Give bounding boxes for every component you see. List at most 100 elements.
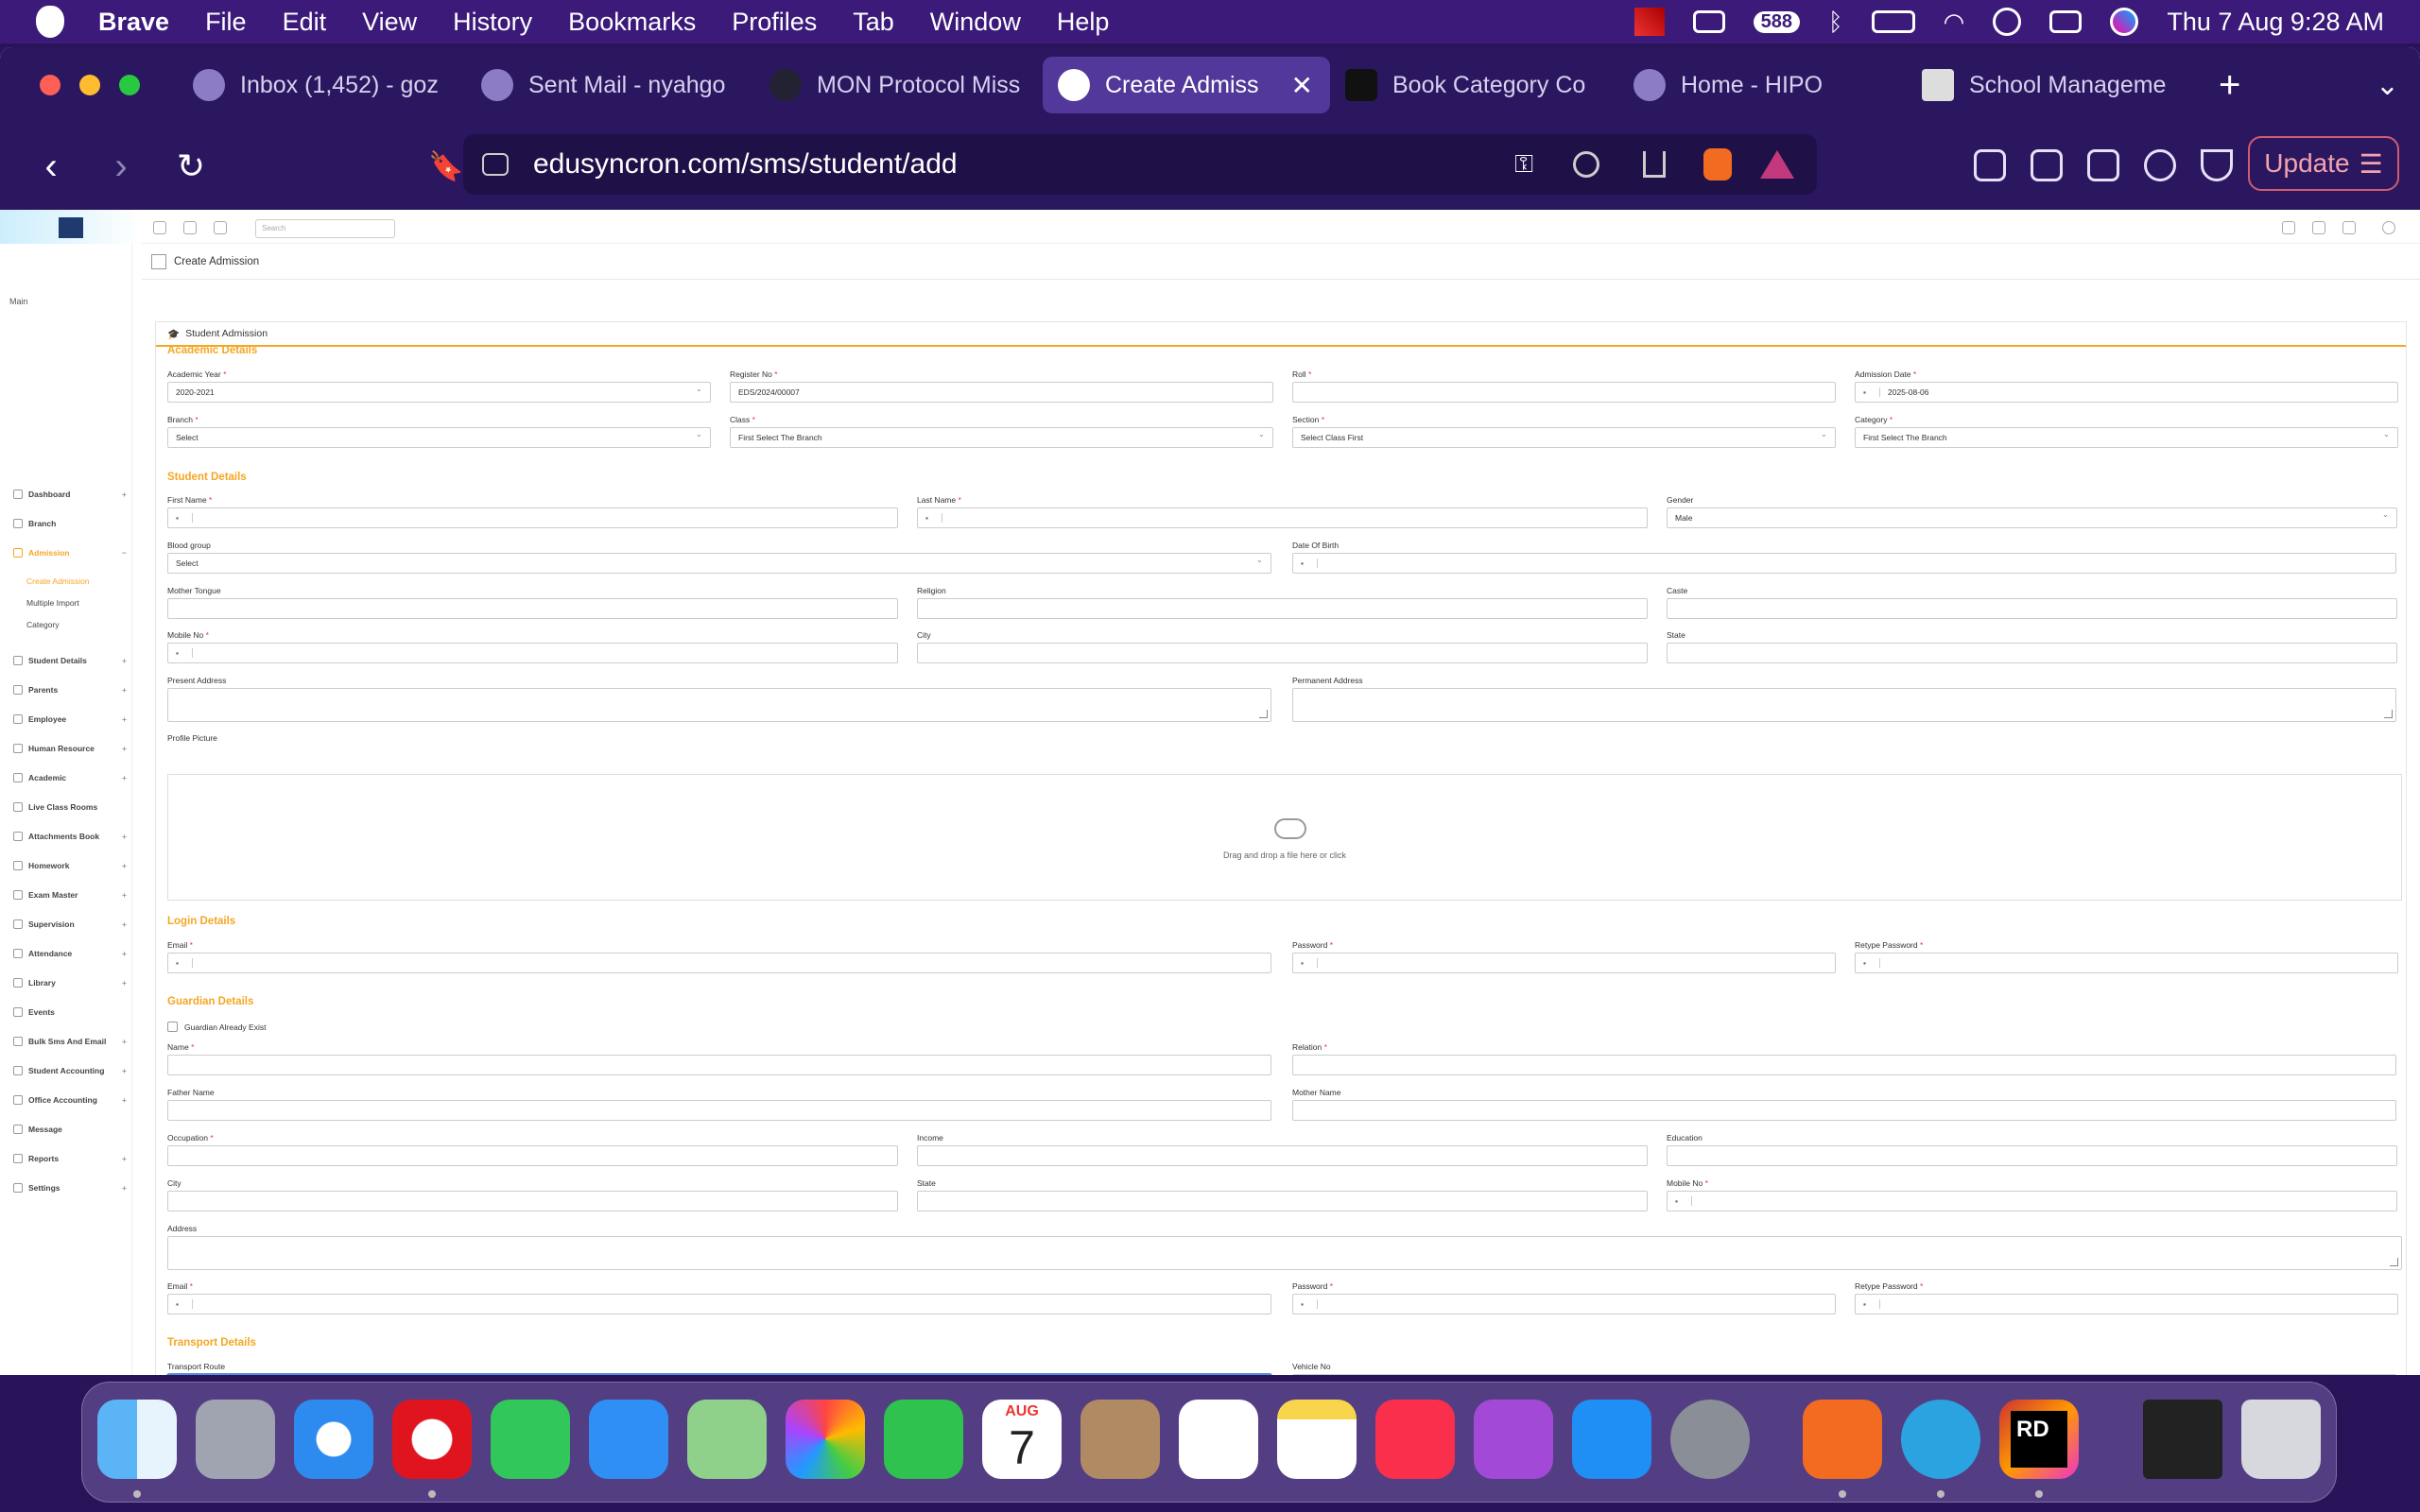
window-preview-icon[interactable] — [2143, 1400, 2222, 1479]
home-icon[interactable] — [151, 253, 166, 269]
url-text[interactable]: edusyncron.com/sms/student/add — [533, 148, 958, 180]
guardian-city-input[interactable] — [167, 1191, 898, 1211]
back-icon[interactable]: ‹ — [32, 146, 70, 188]
address-bar[interactable]: edusyncron.com/sms/student/add ⚿ — [463, 134, 1817, 195]
bluetooth-icon[interactable]: ᛒ — [1828, 8, 1843, 37]
guardian-name-input[interactable] — [167, 1055, 1271, 1075]
close-window-button[interactable] — [40, 75, 60, 95]
roll-input[interactable] — [1292, 382, 1836, 403]
tab-home-hipo[interactable]: Home - HIPO — [1618, 57, 1907, 113]
sidebar-item-live-class-rooms[interactable]: Live Class Rooms — [13, 802, 127, 812]
mail-icon[interactable] — [589, 1400, 668, 1479]
menu-bookmarks[interactable]: Bookmarks — [568, 8, 696, 37]
sidebar-item-dashboard[interactable]: Dashboard + — [13, 490, 127, 499]
academic-year-select[interactable]: 2020-2021 — [167, 382, 711, 403]
flag-icon[interactable] — [2312, 221, 2325, 234]
app-store-icon[interactable] — [1572, 1400, 1651, 1479]
calendar-icon[interactable]: AUG 7 — [982, 1400, 1062, 1479]
last-name-input[interactable]: ▪ — [917, 507, 1648, 528]
tab-book-category[interactable]: Book Category Co — [1330, 57, 1618, 113]
tab-sent-mail[interactable]: Sent Mail - nyahgo — [466, 57, 754, 113]
sidebar-item-reports[interactable]: Reports + — [13, 1154, 127, 1163]
date-of-birth-input[interactable]: ▪ — [1292, 553, 2396, 574]
sidebar-item-employee[interactable]: Employee + — [13, 714, 127, 724]
sidebar-item-attendance[interactable]: Attendance + — [13, 949, 127, 958]
trash-icon[interactable] — [2241, 1400, 2321, 1479]
sidebar-item-settings[interactable]: Settings + — [13, 1183, 127, 1193]
menu-tab[interactable]: Tab — [853, 8, 894, 37]
sidebar-item-library[interactable]: Library + — [13, 978, 127, 988]
sidebar-toggle-icon[interactable] — [2031, 149, 2063, 181]
sidebar-item-academic[interactable]: Academic + — [13, 773, 127, 782]
close-tab-icon[interactable]: ✕ — [1291, 70, 1313, 101]
sidebar-item-message[interactable]: Message — [13, 1125, 127, 1134]
sidebar-item-supervision[interactable]: Supervision + — [13, 919, 127, 929]
state-input[interactable] — [1667, 643, 2397, 663]
present-address-textarea[interactable] — [167, 688, 1271, 722]
category-select[interactable]: First Select The Branch — [1855, 427, 2398, 448]
vpn-icon[interactable] — [2201, 149, 2233, 181]
stripes-icon[interactable] — [1692, 10, 1725, 33]
brave-icon[interactable] — [1803, 1400, 1882, 1479]
city-input[interactable] — [917, 643, 1648, 663]
relation-input[interactable] — [1292, 1055, 2396, 1075]
zoom-window-button[interactable] — [119, 75, 140, 95]
activity-icon[interactable] — [1634, 8, 1665, 36]
religion-input[interactable] — [917, 598, 1648, 619]
launchpad-icon[interactable] — [196, 1400, 275, 1479]
forward-icon[interactable]: › — [102, 146, 140, 188]
maps-icon[interactable] — [687, 1400, 767, 1479]
photos-icon[interactable] — [786, 1400, 865, 1479]
transport-route-select[interactable]: First Select The Branch — [167, 1374, 1271, 1375]
calendar-icon[interactable] — [2282, 221, 2295, 234]
wifi-icon[interactable]: ◠ — [1944, 8, 1965, 37]
hamburger-icon[interactable] — [153, 221, 166, 234]
site-settings-icon[interactable] — [482, 153, 509, 176]
menu-profiles[interactable]: Profiles — [732, 8, 817, 37]
menubar-clock[interactable]: Thu 7 Aug 9:28 AM — [2167, 8, 2384, 37]
bell-icon[interactable] — [2342, 221, 2356, 234]
guardian-mobile-input[interactable]: ▪ — [1667, 1191, 2397, 1211]
menu-history[interactable]: History — [453, 8, 532, 37]
zoom-out-icon[interactable] — [1573, 151, 1599, 178]
sidebar-item-bulk-sms-and-email[interactable]: Bulk Sms And Email + — [13, 1037, 127, 1046]
password-input[interactable]: ▪ — [1292, 953, 1836, 973]
menu-help[interactable]: Help — [1057, 8, 1110, 37]
tab-mon-protocol[interactable]: MON Protocol Miss — [754, 57, 1043, 113]
menu-app-name[interactable]: Brave — [98, 8, 169, 37]
sidebar-item-exam-master[interactable]: Exam Master + — [13, 890, 127, 900]
email-input[interactable]: ▪ — [167, 953, 1271, 973]
sidebar-item-human-resource[interactable]: Human Resource + — [13, 744, 127, 753]
mother-tongue-input[interactable] — [167, 598, 898, 619]
share-icon[interactable] — [1643, 151, 1666, 178]
profile-picture-dropzone[interactable]: Drag and drop a file here or click — [167, 774, 2402, 901]
retype-password-input[interactable]: ▪ — [1855, 953, 2398, 973]
safari-icon[interactable] — [294, 1400, 373, 1479]
sidebar-sub-create-admission[interactable]: Create Admission — [26, 576, 90, 586]
music-icon[interactable] — [1375, 1400, 1455, 1479]
wallet-icon[interactable] — [2087, 149, 2119, 181]
education-input[interactable] — [1667, 1145, 2397, 1166]
leo-ai-icon[interactable] — [2144, 149, 2176, 181]
menu-window[interactable]: Window — [930, 8, 1021, 37]
messages-icon[interactable] — [491, 1400, 570, 1479]
apple-menu-icon[interactable] — [36, 6, 64, 38]
sidebar-item-student-accounting[interactable]: Student Accounting + — [13, 1066, 127, 1075]
vehicle-no-select[interactable]: First Select The Route — [1292, 1374, 2396, 1375]
branch-select[interactable]: Select — [167, 427, 711, 448]
section-select[interactable]: Select Class First — [1292, 427, 1836, 448]
mobile-no-input[interactable]: ▪ — [167, 643, 898, 663]
menu-file[interactable]: File — [205, 8, 247, 37]
mother-name-input[interactable] — [1292, 1100, 2396, 1121]
first-name-input[interactable]: ▪ — [167, 507, 898, 528]
sidebar-sub-category[interactable]: Category — [26, 620, 60, 629]
sidebar-item-office-accounting[interactable]: Office Accounting + — [13, 1095, 127, 1105]
menu-view[interactable]: View — [362, 8, 417, 37]
guardian-email-input[interactable]: ▪ — [167, 1294, 1271, 1314]
guardian-password-input[interactable]: ▪ — [1292, 1294, 1836, 1314]
sidebar-item-attachments-book[interactable]: Attachments Book + — [13, 832, 127, 841]
guardian-state-input[interactable] — [917, 1191, 1648, 1211]
battery-icon[interactable] — [1871, 10, 1915, 33]
sidebar-sub-multiple-import[interactable]: Multiple Import — [26, 598, 79, 608]
extensions-icon[interactable] — [1974, 149, 2006, 181]
